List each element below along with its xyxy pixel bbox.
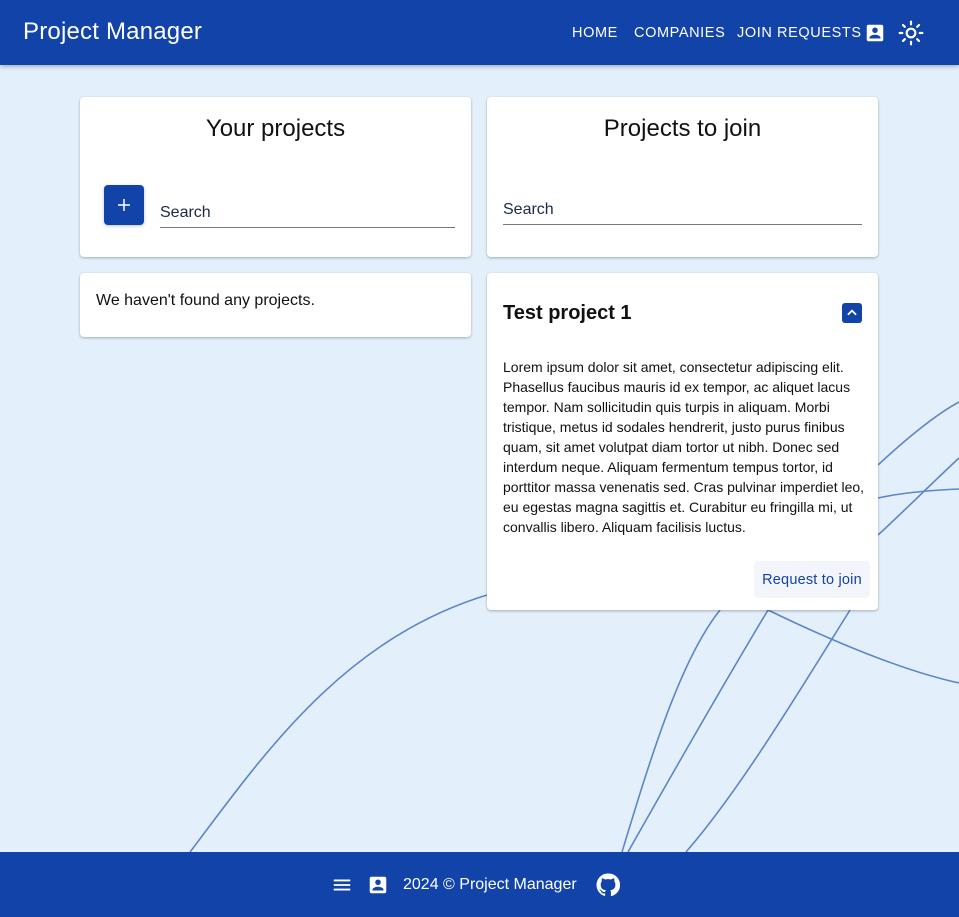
plus-icon [118, 199, 130, 211]
add-project-button[interactable] [104, 185, 144, 225]
app-footer: 2024 © Project Manager [0, 852, 959, 917]
app-header: Project Manager HOME COMPANIES JOIN REQU… [0, 0, 959, 65]
copyright-text: 2024 © Project Manager [403, 876, 577, 893]
account-box-icon[interactable] [864, 22, 886, 44]
project-name: Test project 1 [503, 302, 632, 324]
your-projects-search-input[interactable] [160, 196, 455, 226]
your-projects-search-field [160, 196, 455, 228]
light-mode-icon[interactable] [898, 20, 924, 46]
your-projects-card: Your projects [80, 97, 471, 257]
request-to-join-button[interactable]: Request to join [754, 561, 870, 598]
projects-to-join-card: Projects to join [487, 97, 878, 257]
github-icon[interactable] [596, 873, 620, 897]
empty-projects-card: We haven't found any projects. [80, 273, 471, 337]
your-projects-title: Your projects [205, 115, 346, 142]
projects-to-join-search-field [503, 193, 862, 225]
project-card: Test project 1 Lorem ipsum dolor sit ame… [487, 273, 878, 610]
projects-to-join-title: Projects to join [603, 115, 762, 142]
nav-home-link[interactable]: HOME [572, 25, 618, 41]
projects-to-join-search-input[interactable] [503, 193, 862, 223]
collapse-project-button[interactable] [842, 303, 862, 323]
chevron-up-icon [847, 309, 857, 316]
menu-icon[interactable] [331, 874, 353, 896]
app-title[interactable]: Project Manager [23, 18, 202, 46]
nav-join-requests-link[interactable]: JOIN REQUESTS [737, 25, 862, 41]
nav-companies-link[interactable]: COMPANIES [634, 25, 725, 41]
empty-projects-message: We haven't found any projects. [96, 292, 315, 309]
project-description: Lorem ipsum dolor sit amet, consectetur … [503, 359, 865, 535]
account-box-icon[interactable] [367, 874, 389, 896]
